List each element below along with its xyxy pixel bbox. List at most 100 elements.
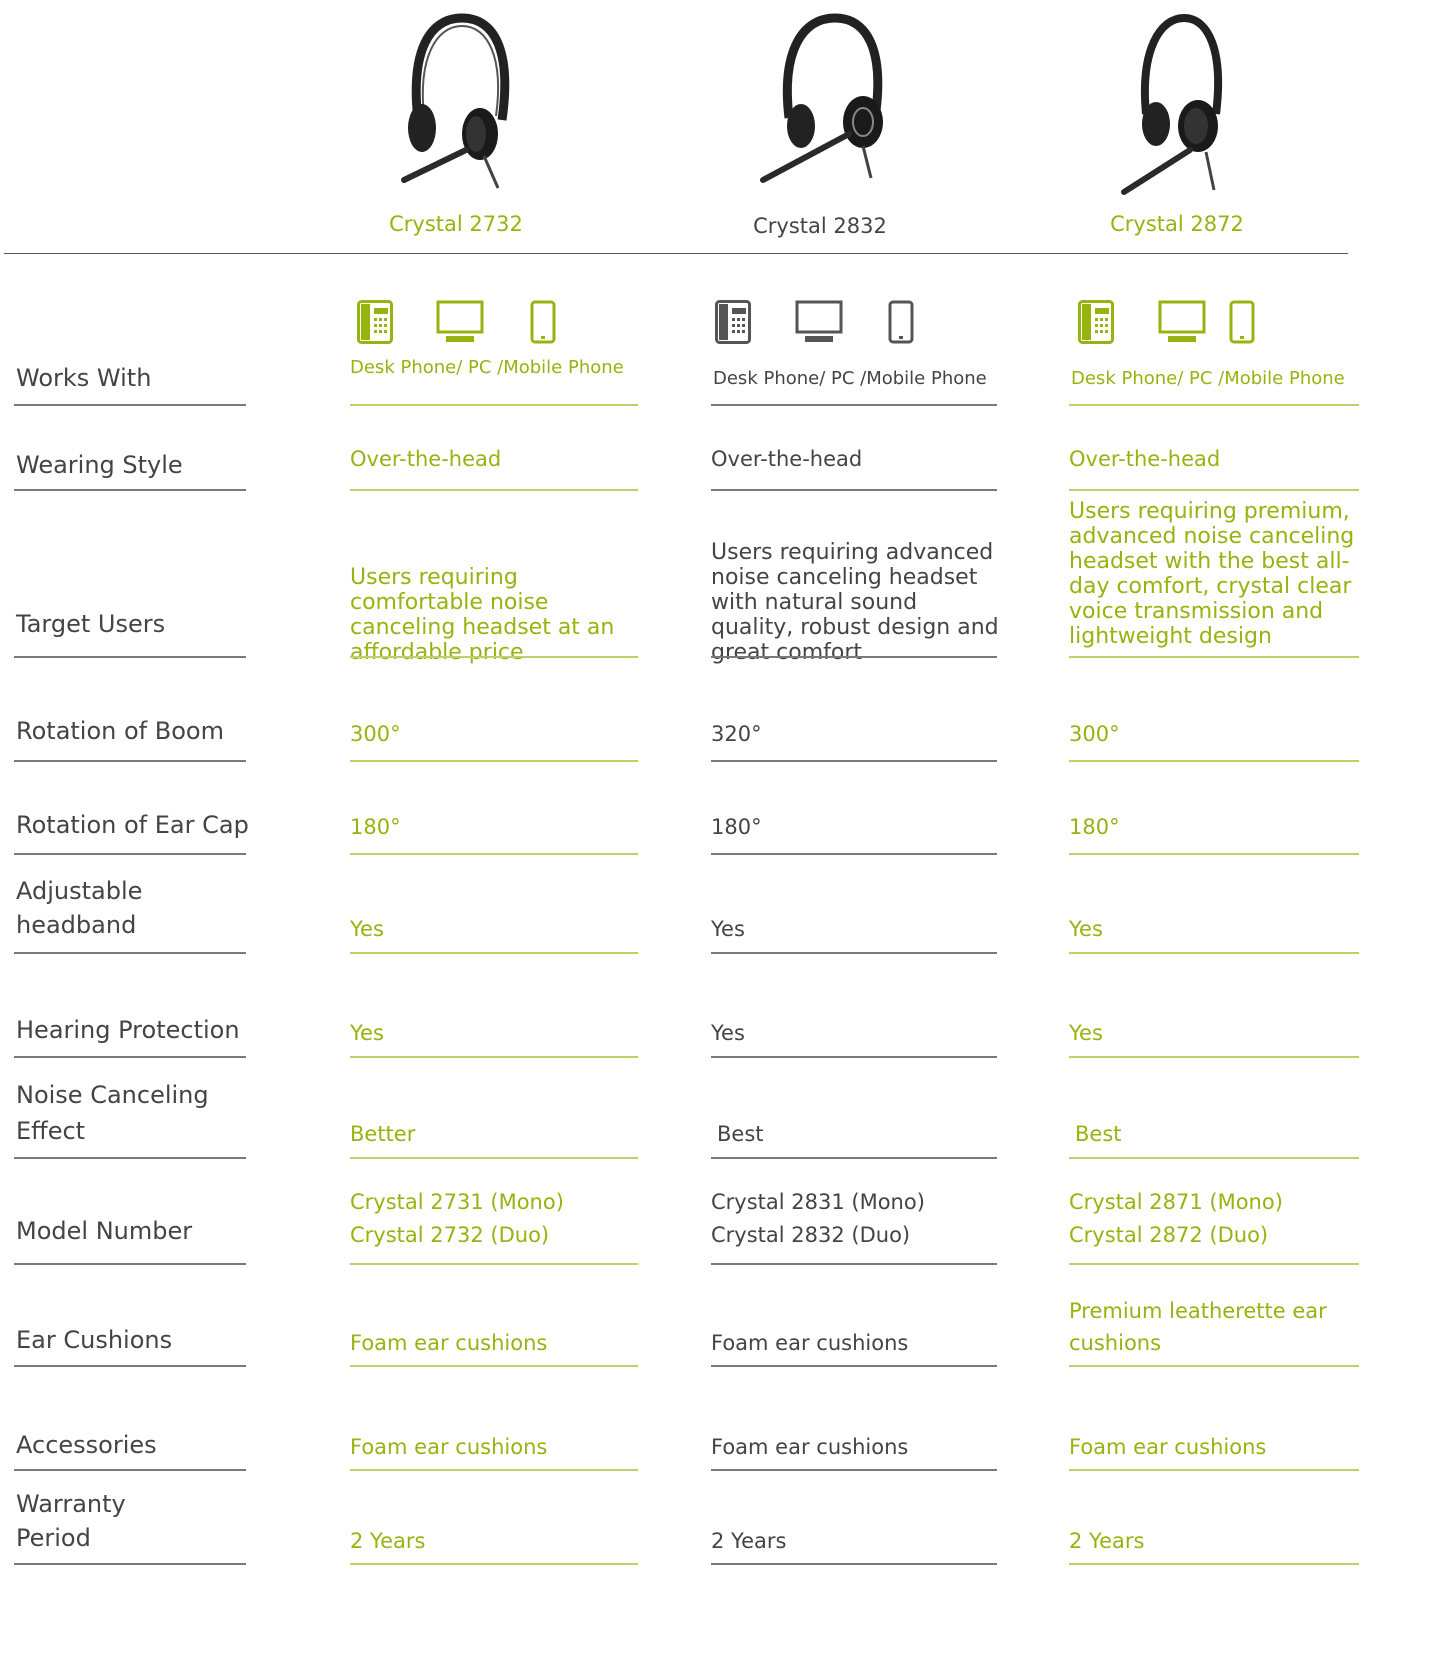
noise-canceling-value: Better: [350, 1122, 416, 1146]
desk-phone-icon: [715, 300, 751, 344]
row-divider: [1069, 656, 1359, 658]
target-users-value: Users requiring comfortable noise cancel…: [350, 565, 615, 665]
row-divider: [711, 1056, 997, 1058]
row-divider: [350, 1056, 638, 1058]
row-label-noise-canceling: Noise Canceling: [16, 1081, 209, 1109]
model-number-mono: Crystal 2871 (Mono): [1069, 1190, 1283, 1214]
row-divider: [1069, 952, 1359, 954]
wearing-style-value: Over-the-head: [711, 447, 863, 471]
mobile-phone-icon: [888, 300, 914, 344]
headset-image-2872: [1121, 13, 1223, 195]
row-label-noise-canceling-line2: Effect: [16, 1117, 86, 1145]
row-divider: [14, 1157, 246, 1159]
ear-cushions-value: Foam ear cushions: [350, 1331, 548, 1355]
row-label-adjustable-headband: Adjustable: [16, 877, 143, 905]
row-divider: [350, 656, 638, 658]
pc-monitor-icon: [436, 300, 484, 342]
row-divider: [711, 1263, 997, 1265]
pc-monitor-icon: [1158, 300, 1206, 342]
rotation-ear-cap-value: 180°: [711, 815, 762, 839]
row-label-rotation-ear-cap: Rotation of Ear Cap: [16, 811, 249, 839]
row-divider: [350, 489, 638, 491]
row-label-works-with: Works With: [16, 364, 152, 392]
row-divider: [711, 760, 997, 762]
row-divider: [14, 1263, 246, 1265]
row-divider: [711, 1563, 997, 1565]
wearing-style-value: Over-the-head: [350, 447, 502, 471]
desk-phone-icon: [1078, 300, 1114, 344]
row-divider: [350, 1563, 638, 1565]
headset-image-2732: [401, 13, 510, 189]
row-label-warranty-line2: Period: [16, 1524, 91, 1552]
row-label-adjustable-headband-line2: headband: [16, 911, 137, 939]
product-title-2832[interactable]: Crystal 2832: [670, 214, 970, 238]
target-users-value: Users requiring advanced noise canceling…: [711, 540, 999, 665]
row-divider: [711, 1157, 997, 1159]
model-number-mono: Crystal 2731 (Mono): [350, 1190, 564, 1214]
warranty-value: 2 Years: [350, 1529, 426, 1553]
headset-image-2832: [760, 13, 883, 183]
adjustable-headband-value: Yes: [1069, 917, 1103, 941]
product-title-2732[interactable]: Crystal 2732: [306, 212, 606, 236]
row-divider: [350, 1157, 638, 1159]
row-label-model-number: Model Number: [16, 1217, 193, 1245]
header-divider: [4, 253, 1348, 254]
row-divider: [14, 1056, 246, 1058]
row-divider: [1069, 853, 1359, 855]
works-with-value: Desk Phone/ PC /Mobile Phone: [713, 368, 987, 389]
row-divider: [711, 952, 997, 954]
wearing-style-value: Over-the-head: [1069, 447, 1221, 471]
ear-cushions-value: Premium leatherette ear cushions: [1069, 1299, 1327, 1355]
row-divider: [1069, 1263, 1359, 1265]
works-with-value: Desk Phone/ PC /Mobile Phone: [350, 357, 624, 378]
adjustable-headband-value: Yes: [711, 917, 745, 941]
row-divider: [1069, 489, 1359, 491]
row-divider: [350, 404, 638, 406]
hearing-protection-value: Yes: [1069, 1021, 1103, 1045]
row-divider: [14, 1563, 246, 1565]
warranty-value: 2 Years: [1069, 1529, 1145, 1553]
target-users-value: Users requiring premium, advanced noise …: [1069, 499, 1355, 649]
row-label-accessories: Accessories: [16, 1431, 157, 1459]
pc-monitor-icon: [795, 300, 843, 342]
noise-canceling-value: Best: [1075, 1122, 1122, 1146]
accessories-value: Foam ear cushions: [350, 1435, 548, 1459]
rotation-boom-value: 300°: [1069, 722, 1120, 746]
row-label-wearing-style: Wearing Style: [16, 451, 183, 479]
row-divider: [1069, 1157, 1359, 1159]
hearing-protection-value: Yes: [711, 1021, 745, 1045]
model-number-duo: Crystal 2872 (Duo): [1069, 1223, 1269, 1247]
row-divider: [1069, 1563, 1359, 1565]
row-label-rotation-boom: Rotation of Boom: [16, 717, 224, 745]
row-divider: [14, 404, 246, 406]
row-divider: [350, 1365, 638, 1367]
row-divider: [1069, 1469, 1359, 1471]
row-divider: [711, 656, 997, 658]
row-divider: [711, 489, 997, 491]
row-divider: [1069, 404, 1359, 406]
product-title-2872[interactable]: Crystal 2872: [1027, 212, 1327, 236]
model-number-duo: Crystal 2832 (Duo): [711, 1223, 911, 1247]
row-label-ear-cushions: Ear Cushions: [16, 1326, 173, 1354]
row-label-target-users: Target Users: [16, 610, 166, 638]
row-divider: [350, 1469, 638, 1471]
accessories-value: Foam ear cushions: [711, 1435, 909, 1459]
row-divider: [711, 404, 997, 406]
desk-phone-icon: [357, 300, 393, 344]
rotation-boom-value: 300°: [350, 722, 401, 746]
rotation-boom-value: 320°: [711, 722, 762, 746]
row-divider: [1069, 1056, 1359, 1058]
row-divider: [711, 853, 997, 855]
warranty-value: 2 Years: [711, 1529, 787, 1553]
row-divider: [711, 1469, 997, 1471]
row-label-warranty: Warranty: [16, 1490, 126, 1518]
adjustable-headband-value: Yes: [350, 917, 384, 941]
ear-cushions-value: Foam ear cushions: [711, 1331, 909, 1355]
row-divider: [14, 952, 246, 954]
model-number-duo: Crystal 2732 (Duo): [350, 1223, 550, 1247]
row-divider: [14, 656, 246, 658]
row-divider: [711, 1365, 997, 1367]
mobile-phone-icon: [530, 300, 556, 344]
row-divider: [14, 489, 246, 491]
row-divider: [14, 1365, 246, 1367]
